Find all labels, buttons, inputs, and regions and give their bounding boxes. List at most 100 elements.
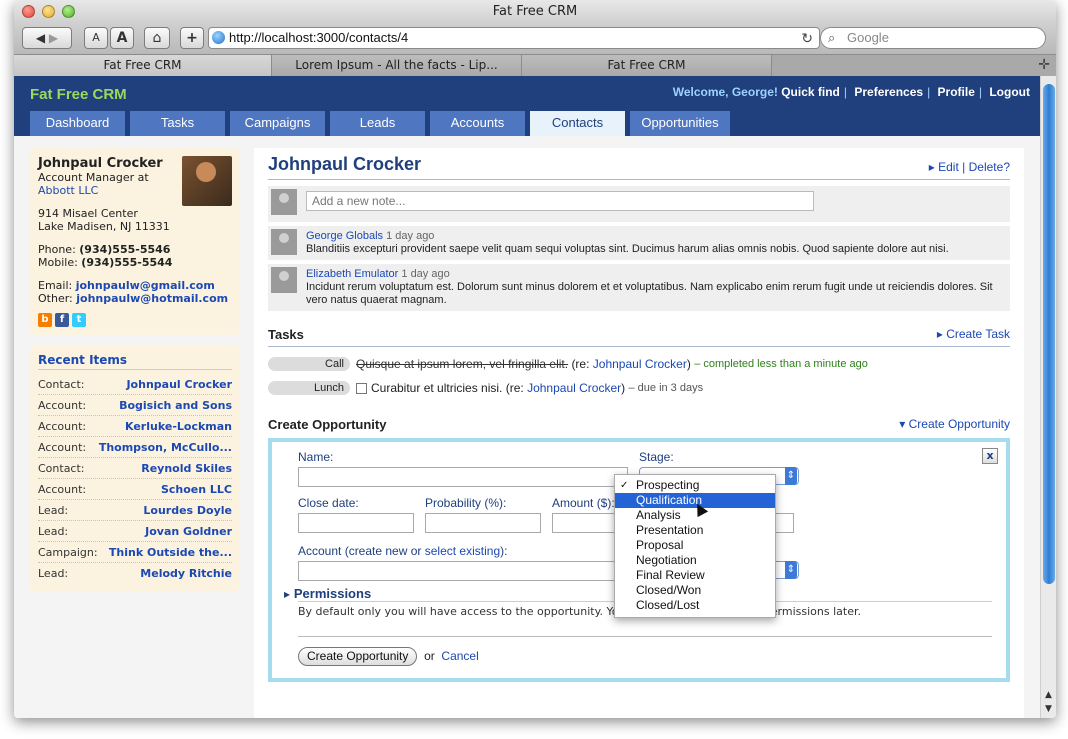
tab-leads[interactable]: Leads [330,111,425,136]
delete-link[interactable]: Delete? [969,160,1010,174]
select-existing-link[interactable]: select existing [425,544,500,558]
tab-accounts[interactable]: Accounts [430,111,525,136]
scroll-up-icon[interactable]: ▲ [1041,690,1056,700]
browser-tab-3[interactable]: Fat Free CRM [522,55,772,77]
browser-tab-1[interactable]: Fat Free CRM [14,55,272,77]
scrollbar-thumb[interactable] [1043,84,1055,584]
item-link[interactable]: Johnpaul Crocker [126,374,232,394]
close-date-field[interactable] [298,513,414,533]
company-link[interactable]: Abbott LLC [38,184,98,197]
note-text: Blanditiis excepturi provident saepe vel… [306,243,949,255]
back-forward-buttons[interactable]: ◀ ▶ [22,27,72,49]
home-button[interactable]: ⌂ [144,27,170,49]
new-tab-icon[interactable]: ✛ [1038,55,1050,76]
list-item[interactable]: Account: Schoen LLC [38,479,232,500]
other-email-link[interactable]: johnpaulw@hotmail.com [76,292,228,305]
stage-option-negotiation[interactable]: Negotiation [615,553,775,568]
close-window-button[interactable] [22,5,35,18]
task-checkbox[interactable] [356,382,367,394]
task-contact-link[interactable]: Johnpaul Crocker [527,381,621,395]
list-item[interactable]: Campaign: Think Outside the... [38,542,232,563]
zoom-window-button[interactable] [62,5,75,18]
avatar [271,267,297,293]
item-link[interactable]: Lourdes Doyle [143,500,232,520]
cancel-link[interactable]: Cancel [441,649,478,663]
stage-dropdown-menu: ✓ Prospecting Qualification Analysis Pres… [614,474,776,618]
search-placeholder: Google [847,30,889,45]
create-opportunity-button[interactable]: Create Opportunity [298,647,418,666]
list-item[interactable]: Contact: Johnpaul Crocker [38,374,232,395]
stage-option-closed-won[interactable]: Closed/Won [615,583,775,598]
task-contact-link[interactable]: Johnpaul Crocker [593,357,687,371]
home-icon: ⌂ [152,30,162,46]
item-link[interactable]: Kerluke-Lockman [125,416,232,436]
list-item[interactable]: Lead: Melody Ritchie [38,563,232,584]
create-task-link[interactable]: ▸ Create Task [937,327,1010,341]
name-field[interactable] [298,467,628,487]
item-type: Lead: [38,504,69,517]
scroll-down-icon[interactable]: ▼ [1041,704,1056,714]
recent-items-title: Recent Items [38,353,232,370]
reload-icon[interactable]: ↻ [801,28,813,48]
note-time: 1 day ago [386,230,435,242]
probability-field[interactable] [425,513,541,533]
note-item: George Globals 1 day ago Blanditiis exce… [268,226,1010,260]
browser-window: Fat Free CRM ◀ ▶ A A ⌂ + http://localhos… [14,0,1056,718]
text-bigger-button[interactable]: A [110,27,134,49]
list-item[interactable]: Account: Kerluke-Lockman [38,416,232,437]
vertical-scrollbar[interactable]: ▲ ▼ [1040,76,1056,718]
title-bar: Fat Free CRM [14,0,1056,24]
stage-option-final-review[interactable]: Final Review [615,568,775,583]
stage-option-proposal[interactable]: Proposal [615,538,775,553]
search-field[interactable]: ⌕ Google [820,27,1046,49]
address-bar[interactable]: http://localhost:3000/contacts/4 ↻ [208,27,820,49]
twitter-icon[interactable]: t [72,313,86,327]
edit-link[interactable]: Edit [938,160,959,174]
item-link[interactable]: Bogisich and Sons [119,395,232,415]
tab-opportunities[interactable]: Opportunities [630,111,730,136]
text-smaller-button[interactable]: A [84,27,108,49]
phone-value: (934)555-5546 [79,243,171,256]
item-link[interactable]: Melody Ritchie [140,563,232,584]
app-header: Fat Free CRM Welcome, George! Quick find… [14,76,1040,136]
tab-dashboard[interactable]: Dashboard [30,111,125,136]
facebook-icon[interactable]: f [55,313,69,327]
item-link[interactable]: Jovan Goldner [145,521,232,541]
tab-campaigns[interactable]: Campaigns [230,111,325,136]
minimize-window-button[interactable] [42,5,55,18]
tab-tasks[interactable]: Tasks [130,111,225,136]
email-link[interactable]: johnpaulw@gmail.com [76,279,215,292]
item-link[interactable]: Reynold Skiles [141,458,232,478]
blog-icon[interactable]: b [38,313,52,327]
account-field[interactable] [298,561,628,581]
browser-tab-2[interactable]: Lorem Ipsum - All the facts - Lip... [272,55,522,77]
profile-link[interactable]: Profile [938,85,975,99]
item-link[interactable]: Schoen LLC [161,479,232,499]
plus-icon: + [186,30,198,46]
preferences-link[interactable]: Preferences [854,85,923,99]
new-note-box: Add a new note... [268,186,1010,222]
note-author[interactable]: George Globals [306,230,383,242]
tab-contacts[interactable]: Contacts [530,111,625,136]
browser-tab-strip: Fat Free CRM Lorem Ipsum - All the facts… [14,54,1056,77]
item-link[interactable]: Think Outside the... [109,542,232,562]
list-item[interactable]: Account: Thompson, McCullo... [38,437,232,458]
app-brand[interactable]: Fat Free CRM [30,86,127,103]
toggle-opportunity-link[interactable]: ▾ Create Opportunity [899,417,1010,431]
logout-link[interactable]: Logout [989,85,1030,99]
stage-option-prospecting[interactable]: ✓ Prospecting [615,478,775,493]
stage-option-presentation[interactable]: Presentation [615,523,775,538]
note-author[interactable]: Elizabeth Emulator [306,268,398,280]
quick-find-link[interactable]: Quick find [781,85,840,99]
stage-option-closed-lost[interactable]: Closed/Lost [615,598,775,613]
note-item: Elizabeth Emulator 1 day ago Incidunt re… [268,264,1010,311]
forward-icon[interactable]: ▶ [49,31,58,45]
new-note-input[interactable]: Add a new note... [306,191,814,211]
list-item[interactable]: Account: Bogisich and Sons [38,395,232,416]
add-bookmark-button[interactable]: + [180,27,204,49]
back-icon[interactable]: ◀ [36,31,45,45]
list-item[interactable]: Contact: Reynold Skiles [38,458,232,479]
list-item[interactable]: Lead: Jovan Goldner [38,521,232,542]
list-item[interactable]: Lead: Lourdes Doyle [38,500,232,521]
item-link[interactable]: Thompson, McCullo... [99,437,232,457]
